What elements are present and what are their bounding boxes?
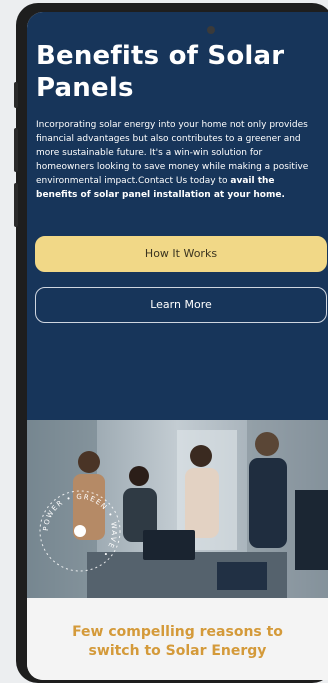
how-it-works-button[interactable]: How It Works [35, 236, 327, 272]
learn-more-button[interactable]: Learn More [35, 287, 327, 323]
phone-side-button [14, 82, 18, 108]
phone-side-button [14, 183, 18, 227]
hero-section: Benefits of Solar Panels Incorporating s… [27, 12, 328, 420]
rotating-badge-icon: POWER • GREEN • WAVE • [39, 490, 121, 572]
reasons-heading: Few compelling reasons to switch to Sola… [72, 624, 283, 659]
reasons-section: Few compelling reasons to switch to Sola… [27, 598, 328, 680]
page-title: Benefits of Solar Panels [36, 41, 285, 103]
phone-side-button [14, 128, 18, 172]
hero-description: Incorporating solar energy into your hom… [36, 120, 309, 200]
camera-icon [207, 26, 215, 34]
phone-screen: Benefits of Solar Panels Incorporating s… [27, 12, 328, 680]
hero-photo: POWER • GREEN • WAVE • [27, 420, 328, 598]
